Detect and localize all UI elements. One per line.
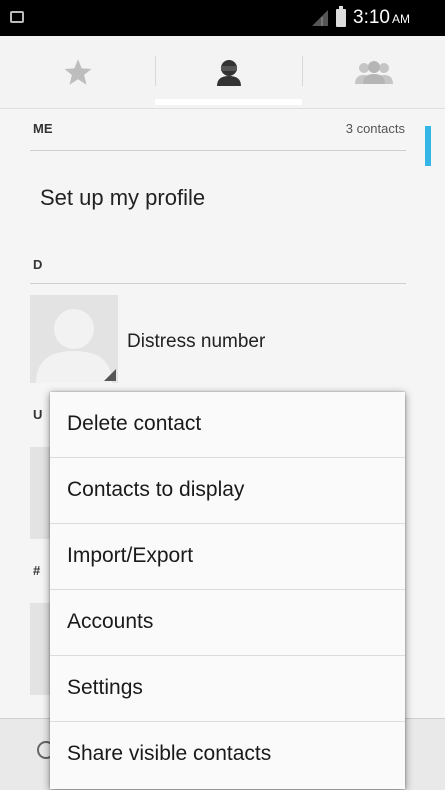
quick-contact-badge (104, 369, 116, 381)
status-time-ampm: AM (391, 12, 410, 26)
status-bar: 3:10 AM (0, 0, 445, 36)
contacts-count: 3 contacts (345, 121, 405, 136)
tab-bar (0, 36, 445, 109)
menu-item-label: Share visible contacts (67, 742, 272, 765)
menu-item-contacts-to-display[interactable]: Contacts to display (50, 458, 405, 524)
menu-item-label: Delete contact (67, 412, 202, 435)
menu-item-label: Settings (67, 676, 143, 699)
menu-item-settings[interactable]: Settings (50, 656, 405, 722)
menu-item-delete-contact[interactable]: Delete contact (50, 392, 405, 458)
menu-item-accounts[interactable]: Accounts (50, 590, 405, 656)
tab-selected-indicator (155, 99, 302, 105)
menu-item-label: Contacts to display (67, 478, 245, 501)
section-divider (30, 150, 406, 151)
group-icon (354, 61, 393, 84)
tab-groups[interactable] (302, 36, 445, 108)
tab-favorites[interactable] (0, 36, 155, 108)
section-header-hash: # (33, 563, 41, 578)
status-time-value: 3:10 (353, 7, 390, 28)
star-icon (64, 59, 91, 85)
section-header-me: ME (33, 121, 53, 136)
setup-profile-item[interactable]: Set up my profile (40, 185, 205, 211)
contact-avatar[interactable] (30, 295, 118, 383)
section-divider (30, 283, 406, 284)
notification-icon (10, 11, 24, 23)
menu-item-share-visible-contacts[interactable]: Share visible contacts (50, 722, 405, 788)
person-icon (216, 60, 241, 86)
signal-icon (312, 10, 328, 26)
status-time: 3:10 AM (353, 7, 410, 29)
section-header-d: D (33, 257, 43, 272)
battery-icon (336, 6, 346, 27)
menu-item-import-export[interactable]: Import/Export (50, 524, 405, 590)
section-header-u: U (33, 407, 43, 422)
scrollbar[interactable] (425, 126, 431, 166)
menu-item-label: Import/Export (67, 544, 194, 567)
menu-item-label: Accounts (67, 610, 154, 633)
tab-contacts[interactable] (155, 36, 302, 108)
contact-name[interactable]: Distress number (127, 331, 265, 353)
overflow-menu: Delete contact Contacts to display Impor… (50, 392, 405, 789)
